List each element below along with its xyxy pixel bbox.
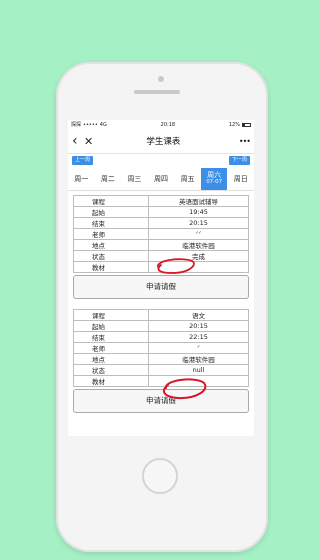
tab-monday[interactable]: 周一 — [68, 174, 95, 184]
table-row: 课程 语文 — [73, 309, 249, 321]
location: 临港软件园 — [148, 353, 249, 365]
camera-icon — [158, 76, 164, 82]
teacher-name: ᐟ — [148, 342, 249, 354]
field-label: 教材 — [73, 261, 149, 273]
table-row: 结束 22:15 — [73, 331, 249, 343]
table-row: 起始 20:15 — [73, 320, 249, 332]
field-label: 老师 — [73, 342, 149, 354]
field-label: 起始 — [73, 320, 149, 332]
app-screen: 探探 ••••• 4G 20:18 12% ‹ ✕ 学生课表 ••• 上一周 下… — [68, 120, 254, 436]
field-label: 老师 — [73, 228, 149, 240]
field-label: 地点 — [73, 239, 149, 251]
tab-wednesday[interactable]: 周三 — [121, 174, 148, 184]
table-row: 结束 20:15 — [73, 217, 249, 229]
table-row: 老师 ᐟᐟ — [73, 228, 249, 240]
table-row: 课程 英语面试辅导 — [73, 195, 249, 207]
tab-saturday-label: 周六 — [207, 171, 222, 179]
tab-thursday[interactable]: 周四 — [148, 174, 175, 184]
prev-week-button[interactable]: 上一周 — [72, 156, 94, 165]
clock-label: 20:18 — [160, 121, 176, 128]
table-row: 状态 null — [73, 364, 249, 376]
speaker-grille — [134, 90, 180, 94]
table-row: 地点 临港软件园 — [73, 353, 249, 365]
nav-bar: ‹ ✕ 学生课表 ••• — [68, 129, 254, 154]
table-row: 状态 完成 — [73, 250, 249, 262]
course-card: 课程 英语面试辅导 起始 19:45 结束 20:15 老师 ᐟᐟ 地点 临港软件园 状态… — [73, 195, 249, 299]
next-week-button[interactable]: 下一周 — [228, 156, 250, 165]
course-name: 英语面试辅导 — [148, 195, 249, 207]
table-row: 教材 — [73, 261, 249, 273]
page-title: 学生课表 — [146, 137, 181, 147]
field-label: 起始 — [73, 206, 149, 218]
weekday-tabs: 周一 周二 周三 周四 周五 周六 07-07 周日 — [68, 168, 254, 190]
back-icon[interactable]: ‹ — [72, 133, 84, 149]
more-icon[interactable]: ••• — [239, 137, 251, 146]
home-button[interactable] — [142, 458, 178, 494]
material-value — [148, 261, 249, 273]
table-row: 起始 19:45 — [73, 206, 249, 218]
field-label: 教材 — [73, 375, 149, 387]
request-leave-button[interactable]: 申请请假 — [73, 275, 249, 299]
location: 临港软件园 — [148, 239, 249, 251]
network-label: 4G — [99, 121, 107, 128]
start-time: 19:45 — [148, 206, 249, 218]
field-label: 结束 — [73, 217, 149, 229]
status-value: null — [148, 364, 249, 376]
request-leave-button[interactable]: 申请请假 — [73, 389, 249, 413]
tab-saturday[interactable]: 周六 07-07 — [200, 168, 228, 190]
table-row: 教材 — [73, 375, 249, 387]
close-icon[interactable]: ✕ — [84, 135, 100, 148]
schedule-list: 课程 英语面试辅导 起始 19:45 结束 20:15 老师 ᐟᐟ 地点 临港软件园 状态… — [68, 191, 254, 422]
status-value: 完成 — [148, 250, 249, 262]
start-time: 20:15 — [148, 320, 249, 332]
tab-sunday[interactable]: 周日 — [227, 174, 254, 184]
table-row: 地点 临港软件园 — [73, 239, 249, 251]
end-time: 22:15 — [148, 331, 249, 343]
field-label: 结束 — [73, 331, 149, 343]
teacher-name: ᐟᐟ — [148, 228, 249, 240]
material-value — [148, 375, 249, 387]
course-table: 课程 英语面试辅导 起始 19:45 结束 20:15 老师 ᐟᐟ 地点 临港软件园 状态… — [73, 195, 249, 273]
field-label: 地点 — [73, 353, 149, 365]
field-label: 课程 — [73, 309, 149, 321]
status-bar: 探探 ••••• 4G 20:18 12% — [68, 120, 254, 129]
week-navigation: 上一周 下一周 — [68, 156, 254, 168]
table-row: 老师 ᐟ — [73, 342, 249, 354]
carrier-label: 探探 — [71, 122, 82, 128]
tab-tuesday[interactable]: 周二 — [95, 174, 122, 184]
course-name: 语文 — [148, 309, 249, 321]
battery-percent: 12% — [228, 121, 240, 128]
signal-icon: ••••• — [83, 121, 98, 128]
field-label: 状态 — [73, 250, 149, 262]
tab-friday[interactable]: 周五 — [174, 174, 201, 184]
field-label: 课程 — [73, 195, 149, 207]
battery-icon — [242, 122, 251, 127]
field-label: 状态 — [73, 364, 149, 376]
tab-saturday-date: 07-07 — [206, 179, 223, 185]
course-table: 课程 语文 起始 20:15 结束 22:15 老师 ᐟ 地点 临港软件园 状态 null … — [73, 309, 249, 387]
end-time: 20:15 — [148, 217, 249, 229]
course-card: 课程 语文 起始 20:15 结束 22:15 老师 ᐟ 地点 临港软件园 状态 null … — [73, 309, 249, 413]
